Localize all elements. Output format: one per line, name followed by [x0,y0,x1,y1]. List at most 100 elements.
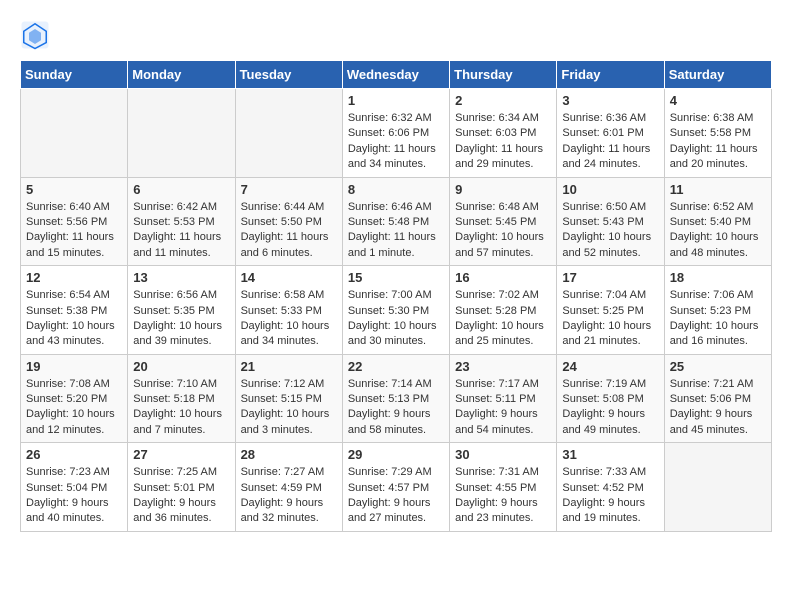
day-number: 11 [670,182,766,197]
day-info: Sunrise: 6:36 AMSunset: 6:01 PMDaylight:… [562,111,658,173]
day-number: 25 [670,359,766,374]
day-info: Sunrise: 7:12 AMSunset: 5:15 PMDaylight:… [241,377,337,439]
header-day-tuesday: Tuesday [235,61,342,89]
calendar-cell: 21 Sunrise: 7:12 AMSunset: 5:15 PMDayligh… [235,354,342,443]
day-number: 26 [26,447,122,462]
calendar-cell [664,443,771,532]
day-info: Sunrise: 6:40 AMSunset: 5:56 PMDaylight:… [26,200,122,262]
day-number: 9 [455,182,551,197]
header-day-wednesday: Wednesday [342,61,449,89]
day-number: 20 [133,359,229,374]
day-number: 1 [348,93,444,108]
day-number: 2 [455,93,551,108]
calendar-cell: 25Sunrise: 7:21 AMSunset: 5:06 PMDayligh… [664,354,771,443]
day-info: Sunrise: 7:06 AMSunset: 5:23 PMDaylight:… [670,288,766,350]
calendar-cell: 15 Sunrise: 7:00 AMSunset: 5:30 PMDayligh… [342,266,449,355]
header-day-thursday: Thursday [450,61,557,89]
calendar-cell: 22 Sunrise: 7:14 AMSunset: 5:13 PMDayligh… [342,354,449,443]
day-number: 4 [670,93,766,108]
calendar-week-1: 1 Sunrise: 6:32 AMSunset: 6:06 PMDaylight… [21,89,772,178]
day-number: 5 [26,182,122,197]
day-info: Sunrise: 7:02 AMSunset: 5:28 PMDaylight:… [455,288,551,350]
calendar-cell: 8 Sunrise: 6:46 AMSunset: 5:48 PMDaylight… [342,177,449,266]
day-info: Sunrise: 7:19 AMSunset: 5:08 PMDaylight:… [562,377,658,439]
day-number: 18 [670,270,766,285]
calendar-cell: 27 Sunrise: 7:25 AMSunset: 5:01 PMDayligh… [128,443,235,532]
day-info: Sunrise: 6:52 AMSunset: 5:40 PMDaylight:… [670,200,766,262]
calendar-cell: 19Sunrise: 7:08 AMSunset: 5:20 PMDayligh… [21,354,128,443]
calendar-cell: 2 Sunrise: 6:34 AMSunset: 6:03 PMDaylight… [450,89,557,178]
calendar-cell: 4 Sunrise: 6:38 AMSunset: 5:58 PMDaylight… [664,89,771,178]
calendar-cell: 12 Sunrise: 6:54 AMSunset: 5:38 PMDayligh… [21,266,128,355]
day-info: Sunrise: 7:25 AMSunset: 5:01 PMDaylight:… [133,465,229,527]
calendar-cell: 18 Sunrise: 7:06 AMSunset: 5:23 PMDayligh… [664,266,771,355]
day-info: Sunrise: 6:32 AMSunset: 6:06 PMDaylight:… [348,111,444,173]
calendar-cell [235,89,342,178]
day-info: Sunrise: 7:10 AMSunset: 5:18 PMDaylight:… [133,377,229,439]
day-info: Sunrise: 7:27 AMSunset: 4:59 PMDaylight:… [241,465,337,527]
day-info: Sunrise: 7:04 AMSunset: 5:25 PMDaylight:… [562,288,658,350]
day-info: Sunrise: 7:31 AMSunset: 4:55 PMDaylight:… [455,465,551,527]
day-number: 27 [133,447,229,462]
day-info: Sunrise: 7:33 AMSunset: 4:52 PMDaylight:… [562,465,658,527]
day-info: Sunrise: 6:44 AMSunset: 5:50 PMDaylight:… [241,200,337,262]
header-day-sunday: Sunday [21,61,128,89]
day-info: Sunrise: 6:48 AMSunset: 5:45 PMDaylight:… [455,200,551,262]
day-number: 8 [348,182,444,197]
calendar-week-4: 19Sunrise: 7:08 AMSunset: 5:20 PMDayligh… [21,354,772,443]
calendar-cell: 3 Sunrise: 6:36 AMSunset: 6:01 PMDaylight… [557,89,664,178]
calendar-cell: 1 Sunrise: 6:32 AMSunset: 6:06 PMDaylight… [342,89,449,178]
day-info: Sunrise: 6:34 AMSunset: 6:03 PMDaylight:… [455,111,551,173]
calendar-cell: 13Sunrise: 6:56 AMSunset: 5:35 PMDayligh… [128,266,235,355]
header-day-monday: Monday [128,61,235,89]
day-info: Sunrise: 6:50 AMSunset: 5:43 PMDaylight:… [562,200,658,262]
calendar-cell: 30 Sunrise: 7:31 AMSunset: 4:55 PMDayligh… [450,443,557,532]
calendar-header: SundayMondayTuesdayWednesdayThursdayFrid… [21,61,772,89]
day-number: 17 [562,270,658,285]
calendar-cell: 14 Sunrise: 6:58 AMSunset: 5:33 PMDayligh… [235,266,342,355]
day-number: 14 [241,270,337,285]
calendar-cell: 11 Sunrise: 6:52 AMSunset: 5:40 PMDayligh… [664,177,771,266]
calendar-table: SundayMondayTuesdayWednesdayThursdayFrid… [20,60,772,532]
header-day-friday: Friday [557,61,664,89]
day-info: Sunrise: 7:14 AMSunset: 5:13 PMDaylight:… [348,377,444,439]
calendar-cell: 20 Sunrise: 7:10 AMSunset: 5:18 PMDayligh… [128,354,235,443]
day-number: 12 [26,270,122,285]
day-number: 16 [455,270,551,285]
calendar-week-2: 5 Sunrise: 6:40 AMSunset: 5:56 PMDaylight… [21,177,772,266]
calendar-cell [128,89,235,178]
calendar-cell: 5 Sunrise: 6:40 AMSunset: 5:56 PMDaylight… [21,177,128,266]
calendar-cell: 23 Sunrise: 7:17 AMSunset: 5:11 PMDayligh… [450,354,557,443]
day-number: 21 [241,359,337,374]
logo-icon [20,20,50,50]
day-info: Sunrise: 6:38 AMSunset: 5:58 PMDaylight:… [670,111,766,173]
day-info: Sunrise: 6:46 AMSunset: 5:48 PMDaylight:… [348,200,444,262]
calendar-cell: 31 Sunrise: 7:33 AMSunset: 4:52 PMDayligh… [557,443,664,532]
calendar-cell: 17 Sunrise: 7:04 AMSunset: 5:25 PMDayligh… [557,266,664,355]
day-number: 29 [348,447,444,462]
calendar-cell: 10Sunrise: 6:50 AMSunset: 5:43 PMDayligh… [557,177,664,266]
calendar-cell: 28 Sunrise: 7:27 AMSunset: 4:59 PMDayligh… [235,443,342,532]
day-number: 15 [348,270,444,285]
day-info: Sunrise: 7:00 AMSunset: 5:30 PMDaylight:… [348,288,444,350]
day-info: Sunrise: 7:17 AMSunset: 5:11 PMDaylight:… [455,377,551,439]
day-number: 24 [562,359,658,374]
day-info: Sunrise: 7:23 AMSunset: 5:04 PMDaylight:… [26,465,122,527]
day-number: 3 [562,93,658,108]
day-number: 19 [26,359,122,374]
calendar-cell: 24 Sunrise: 7:19 AMSunset: 5:08 PMDayligh… [557,354,664,443]
day-number: 22 [348,359,444,374]
logo [20,20,54,50]
day-info: Sunrise: 6:54 AMSunset: 5:38 PMDaylight:… [26,288,122,350]
calendar-cell: 26 Sunrise: 7:23 AMSunset: 5:04 PMDayligh… [21,443,128,532]
day-number: 30 [455,447,551,462]
day-number: 31 [562,447,658,462]
day-info: Sunrise: 6:58 AMSunset: 5:33 PMDaylight:… [241,288,337,350]
calendar-cell: 16 Sunrise: 7:02 AMSunset: 5:28 PMDayligh… [450,266,557,355]
page-header [20,20,772,50]
day-info: Sunrise: 6:56 AMSunset: 5:35 PMDaylight:… [133,288,229,350]
header-day-saturday: Saturday [664,61,771,89]
day-number: 28 [241,447,337,462]
day-number: 23 [455,359,551,374]
day-info: Sunrise: 6:42 AMSunset: 5:53 PMDaylight:… [133,200,229,262]
